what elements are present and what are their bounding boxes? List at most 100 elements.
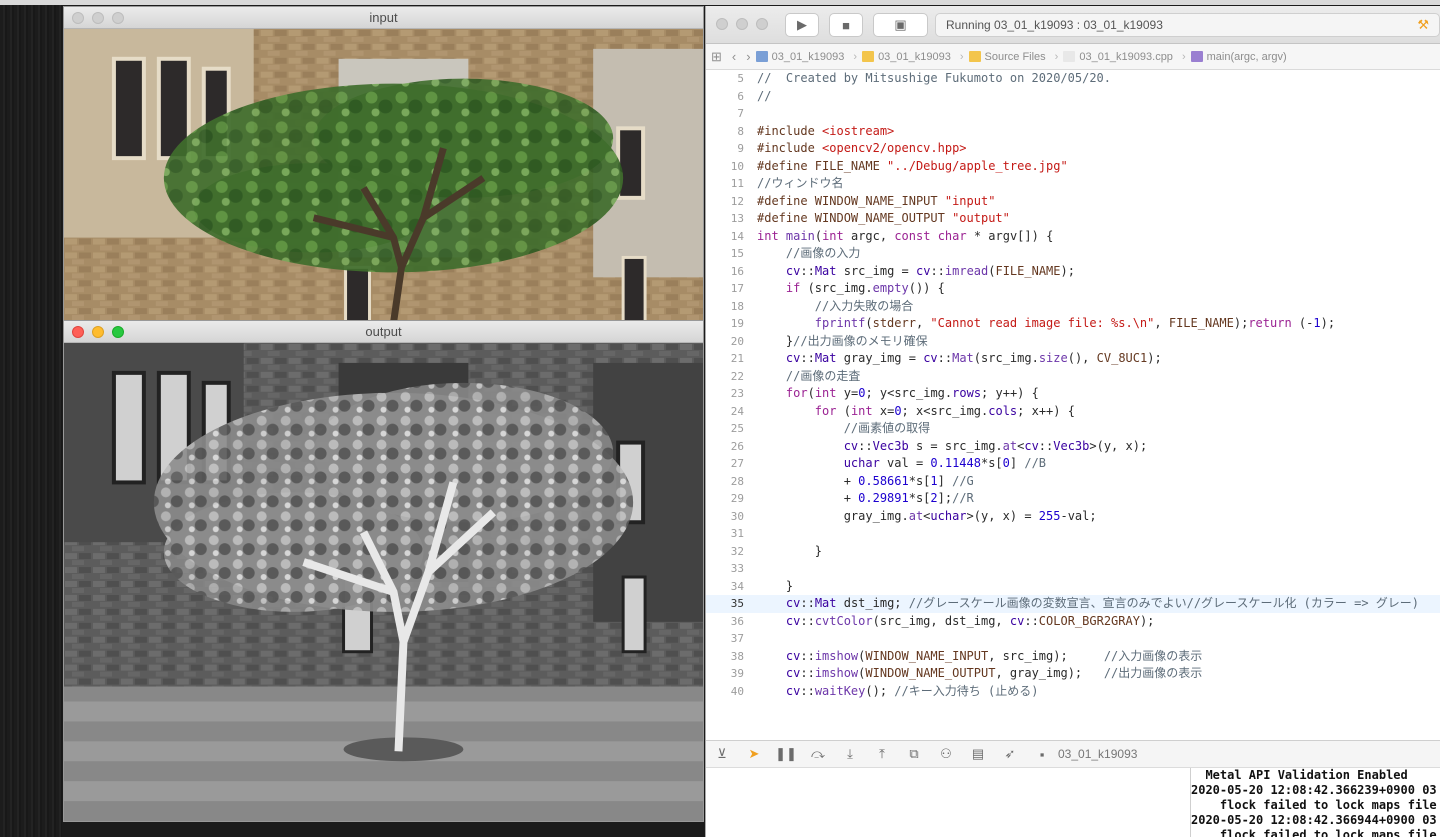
zoom-button[interactable] <box>112 12 124 24</box>
breakpoints-icon[interactable]: ➤ <box>738 746 770 762</box>
close-button[interactable] <box>72 326 84 338</box>
input-window[interactable]: input <box>63 6 704 324</box>
code-line[interactable]: 7 <box>706 105 1440 123</box>
code-line[interactable]: 9 #include <opencv2/opencv.hpp> <box>706 140 1440 158</box>
code-line[interactable]: 40 cv::waitKey(); //キー入力待ち (止める) <box>706 683 1440 701</box>
line-number[interactable]: 27 <box>706 455 744 473</box>
line-number[interactable]: 16 <box>706 263 744 281</box>
code-line[interactable]: 37 <box>706 630 1440 648</box>
forward-arrow-icon[interactable]: › <box>746 49 750 64</box>
breadcrumb-item[interactable]: 03_01_k19093 <box>862 51 951 63</box>
code-line[interactable]: 16 cv::Mat src_img = cv::imread(FILE_NAM… <box>706 263 1440 281</box>
output-window[interactable]: output <box>63 320 704 822</box>
code-line[interactable]: 34 } <box>706 578 1440 596</box>
scheme-selector[interactable]: ▣ <box>873 13 928 37</box>
breadcrumb-item[interactable]: Source Files <box>968 51 1046 63</box>
pause-icon[interactable]: ❚❚ <box>770 746 802 762</box>
code-line[interactable]: 12 #define WINDOW_NAME_INPUT "input" <box>706 193 1440 211</box>
line-number[interactable]: 18 <box>706 298 744 316</box>
line-number[interactable]: 24 <box>706 403 744 421</box>
code-line[interactable]: 23 for(int y=0; y<src_img.rows; y++) { <box>706 385 1440 403</box>
line-number[interactable]: 37 <box>706 630 744 648</box>
code-line[interactable]: 38 cv::imshow(WINDOW_NAME_INPUT, src_img… <box>706 648 1440 666</box>
line-number[interactable]: 14 <box>706 228 744 246</box>
breadcrumb-item[interactable]: main(argc, argv) <box>1190 51 1287 63</box>
code-line[interactable]: 19 fprintf(stderr, "Cannot read image fi… <box>706 315 1440 333</box>
code-line[interactable]: 26 cv::Vec3b s = src_img.at<cv::Vec3b>(y… <box>706 438 1440 456</box>
line-number[interactable]: 28 <box>706 473 744 491</box>
console-output[interactable]: Metal API Validation Enabled 2020-05-20 1… <box>1190 768 1440 837</box>
minimize-button[interactable] <box>92 326 104 338</box>
line-number[interactable]: 6 <box>706 88 744 106</box>
stop-button[interactable]: ■ <box>829 13 863 37</box>
line-number[interactable]: 23 <box>706 385 744 403</box>
back-arrow-icon[interactable]: ‹ <box>732 49 736 64</box>
line-number[interactable]: 7 <box>706 105 744 123</box>
run-button[interactable]: ▶ <box>785 13 819 37</box>
output-window-titlebar[interactable]: output <box>64 321 703 343</box>
minimize-button[interactable] <box>92 12 104 24</box>
breadcrumb-item[interactable]: 03_01_k19093.cpp <box>1063 51 1173 63</box>
line-number[interactable]: 33 <box>706 560 744 578</box>
line-number[interactable]: 30 <box>706 508 744 526</box>
code-line[interactable]: 22 //画像の走査 <box>706 368 1440 386</box>
view-hierarchy-icon[interactable]: ⧉ <box>898 746 930 762</box>
line-number[interactable]: 9 <box>706 140 744 158</box>
zoom-button[interactable] <box>756 18 768 30</box>
line-number[interactable]: 39 <box>706 665 744 683</box>
line-number[interactable]: 32 <box>706 543 744 561</box>
line-number[interactable]: 40 <box>706 683 744 701</box>
code-line[interactable]: 5 // Created by Mitsushige Fukumoto on 20… <box>706 70 1440 88</box>
line-number[interactable]: 22 <box>706 368 744 386</box>
line-number[interactable]: 19 <box>706 315 744 333</box>
line-number[interactable]: 21 <box>706 350 744 368</box>
simulate-location-icon[interactable]: ➶ <box>994 746 1026 762</box>
code-line[interactable]: 18 //入力失敗の場合 <box>706 298 1440 316</box>
zoom-button[interactable] <box>112 326 124 338</box>
step-out-icon[interactable]: ⤒ <box>866 746 898 762</box>
environment-overrides-icon[interactable]: ▤ <box>962 746 994 762</box>
related-items-icon[interactable]: ⊞ <box>711 49 722 65</box>
code-line[interactable]: 36 cv::cvtColor(src_img, dst_img, cv::CO… <box>706 613 1440 631</box>
line-number[interactable]: 38 <box>706 648 744 666</box>
code-line[interactable]: 30 gray_img.at<uchar>(y, x) = 255-val; <box>706 508 1440 526</box>
step-into-icon[interactable]: ⤓ <box>834 746 866 762</box>
line-number[interactable]: 35 <box>706 595 744 613</box>
line-number[interactable]: 25 <box>706 420 744 438</box>
line-number[interactable]: 13 <box>706 210 744 228</box>
line-number[interactable]: 12 <box>706 193 744 211</box>
close-button[interactable] <box>72 12 84 24</box>
xcode-window[interactable]: ▶ ■ ▣ Running 03_01_k19093 : 03_01_k1909… <box>705 6 1440 837</box>
minimize-button[interactable] <box>736 18 748 30</box>
code-line[interactable]: 39 cv::imshow(WINDOW_NAME_OUTPUT, gray_i… <box>706 665 1440 683</box>
code-line[interactable]: 27 uchar val = 0.11448*s[0] //B <box>706 455 1440 473</box>
code-line[interactable]: 15 //画像の入力 <box>706 245 1440 263</box>
line-number[interactable]: 17 <box>706 280 744 298</box>
input-window-titlebar[interactable]: input <box>64 7 703 29</box>
code-line[interactable]: 32 } <box>706 543 1440 561</box>
line-number[interactable]: 20 <box>706 333 744 351</box>
code-line[interactable]: 28 + 0.58661*s[1] //G <box>706 473 1440 491</box>
code-line[interactable]: 11 //ウィンドウ名 <box>706 175 1440 193</box>
line-number[interactable]: 36 <box>706 613 744 631</box>
code-line[interactable]: 17 if (src_img.empty()) { <box>706 280 1440 298</box>
code-line[interactable]: 33 <box>706 560 1440 578</box>
line-number[interactable]: 11 <box>706 175 744 193</box>
code-line[interactable]: 6 // <box>706 88 1440 106</box>
code-line[interactable]: 31 <box>706 525 1440 543</box>
line-number[interactable]: 34 <box>706 578 744 596</box>
source-editor[interactable]: 5 // Created by Mitsushige Fukumoto on 20… <box>706 70 1440 740</box>
step-over-icon[interactable]: ⤼ <box>802 746 834 762</box>
line-number[interactable]: 8 <box>706 123 744 141</box>
close-button[interactable] <box>716 18 728 30</box>
code-line[interactable]: 10 #define FILE_NAME "../Debug/apple_tree… <box>706 158 1440 176</box>
code-line[interactable]: 25 //画素値の取得 <box>706 420 1440 438</box>
code-line[interactable]: 21 cv::Mat gray_img = cv::Mat(src_img.si… <box>706 350 1440 368</box>
line-number[interactable]: 10 <box>706 158 744 176</box>
line-number[interactable]: 31 <box>706 525 744 543</box>
memory-graph-icon[interactable]: ⚇ <box>930 746 962 762</box>
line-number[interactable]: 29 <box>706 490 744 508</box>
line-number[interactable]: 26 <box>706 438 744 456</box>
code-line[interactable]: 14 int main(int argc, const char * argv[]… <box>706 228 1440 246</box>
code-line[interactable]: 20 }//出力画像のメモリ確保 <box>706 333 1440 351</box>
